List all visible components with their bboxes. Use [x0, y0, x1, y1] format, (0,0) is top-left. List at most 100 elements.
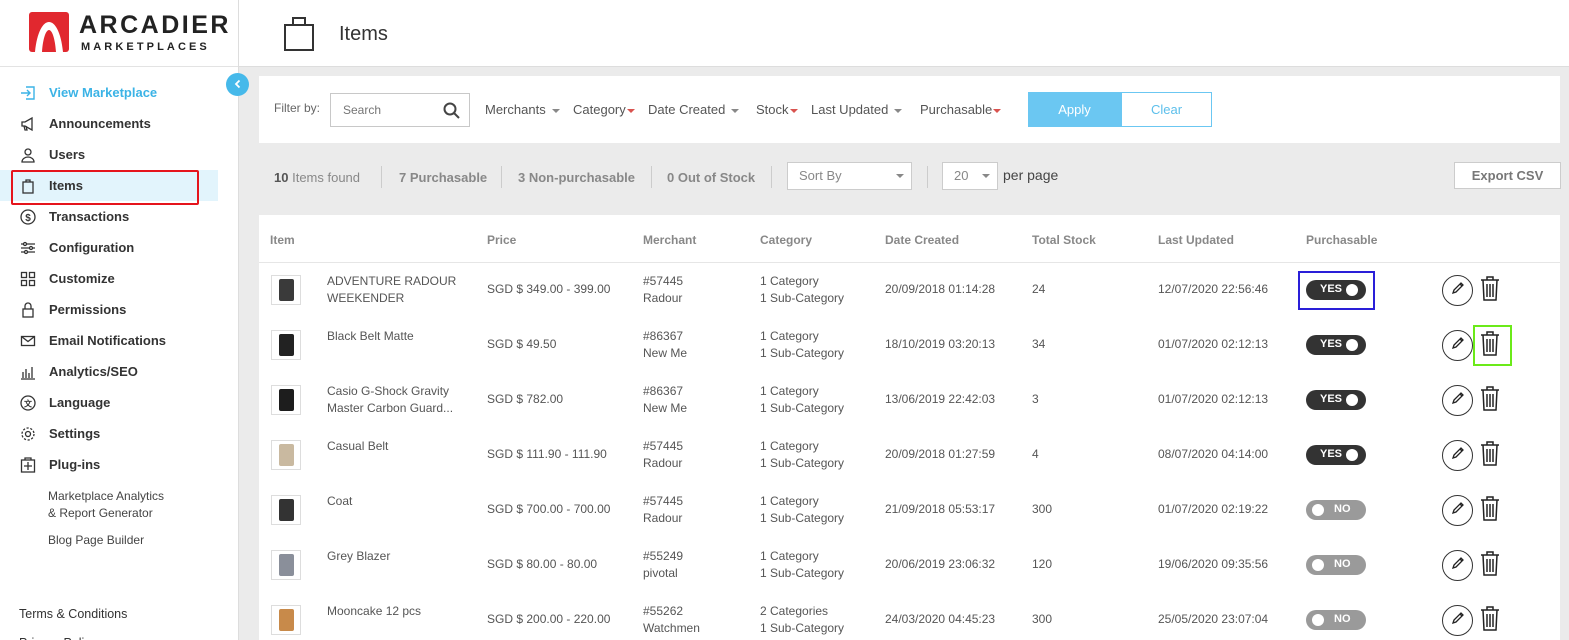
- col-last-updated[interactable]: Last Updated: [1158, 233, 1234, 247]
- item-name[interactable]: Casual Belt: [327, 438, 388, 455]
- merchants-filter[interactable]: Merchants: [485, 102, 560, 117]
- item-thumbnail[interactable]: [271, 605, 301, 635]
- logo[interactable]: ARCADIER MARKETPLACES: [0, 0, 238, 67]
- item-thumbnail[interactable]: [271, 440, 301, 470]
- plugin-icon: [19, 456, 37, 474]
- sidebar-item-label: Users: [49, 147, 86, 162]
- user-icon: [19, 146, 37, 164]
- col-purchasable[interactable]: Purchasable: [1306, 233, 1377, 247]
- purchasable-toggle[interactable]: YES: [1306, 445, 1366, 465]
- item-total-stock: 24: [1032, 282, 1046, 296]
- sidebar-item-announcements[interactable]: Announcements: [0, 108, 239, 139]
- item-name[interactable]: ADVENTURE RADOUR WEEKENDER: [327, 273, 456, 307]
- delete-button[interactable]: [1479, 385, 1501, 413]
- item-category: 1 Category 1 Sub-Category: [760, 439, 845, 470]
- item-thumbnail[interactable]: [271, 330, 301, 360]
- item-category: 1 Category 1 Sub-Category: [760, 494, 845, 525]
- chevron-down-icon: [551, 108, 560, 113]
- item-name[interactable]: Black Belt Matte: [327, 328, 414, 345]
- sidebar-item-email-notifications[interactable]: Email Notifications: [0, 325, 239, 356]
- terms-link[interactable]: Terms & Conditions: [19, 600, 127, 629]
- sidebar-item-users[interactable]: Users: [0, 139, 239, 170]
- per-page-label: per page: [1003, 167, 1059, 183]
- item-thumbnail[interactable]: [271, 385, 301, 415]
- plugin-marketplace-analytics[interactable]: Marketplace Analytics & Report Generator: [48, 488, 239, 522]
- sidebar-item-view-marketplace[interactable]: View Marketplace: [0, 77, 239, 108]
- export-csv-button[interactable]: Export CSV: [1454, 162, 1561, 189]
- date-created-filter[interactable]: Date Created: [648, 102, 740, 117]
- sidebar-item-label: Announcements: [49, 116, 151, 131]
- sidebar-item-configuration[interactable]: Configuration: [0, 232, 239, 263]
- purchasable-toggle[interactable]: NO: [1306, 555, 1366, 575]
- sidebar-item-plugins[interactable]: Plug-ins: [0, 449, 239, 480]
- sidebar-item-permissions[interactable]: Permissions: [0, 294, 239, 325]
- sidebar-item-analytics-seo[interactable]: Analytics/SEO: [0, 356, 239, 387]
- sidebar-footer: Terms & Conditions Privacy Policy: [19, 600, 127, 640]
- plugin-subnav: Marketplace Analytics & Report Generator …: [0, 488, 239, 549]
- col-merchant[interactable]: Merchant: [643, 233, 696, 247]
- delete-button[interactable]: [1479, 440, 1501, 468]
- privacy-link[interactable]: Privacy Policy: [19, 629, 127, 640]
- item-name[interactable]: Casio G-Shock Gravity Master Carbon Guard…: [327, 383, 453, 417]
- search-icon[interactable]: [443, 102, 460, 124]
- item-thumbnail[interactable]: [271, 550, 301, 580]
- enter-icon: [19, 84, 37, 102]
- items-table: Item Price Merchant Category Date Create…: [259, 215, 1560, 640]
- col-category[interactable]: Category: [760, 233, 812, 247]
- item-merchant: #55249 pivotal: [643, 549, 684, 580]
- edit-button[interactable]: [1442, 385, 1473, 416]
- table-row: Black Belt Matte SGD $ 49.50 #86367 New M…: [259, 318, 1560, 373]
- edit-button[interactable]: [1442, 495, 1473, 526]
- purchasable-toggle[interactable]: YES: [1306, 390, 1366, 410]
- edit-button[interactable]: [1442, 605, 1473, 636]
- item-date-created: 18/10/2019 03:20:13: [885, 337, 996, 351]
- clear-button[interactable]: Clear: [1121, 92, 1212, 127]
- edit-button[interactable]: [1442, 440, 1473, 471]
- item-thumbnail[interactable]: [271, 275, 301, 305]
- item-total-stock: 300: [1032, 612, 1053, 626]
- edit-button[interactable]: [1442, 550, 1473, 581]
- svg-text:文: 文: [24, 398, 33, 408]
- delete-button[interactable]: [1479, 495, 1501, 523]
- search-input[interactable]: [331, 94, 431, 126]
- purchasable-toggle[interactable]: YES: [1306, 335, 1366, 355]
- purchasable-toggle[interactable]: NO: [1306, 500, 1366, 520]
- sidebar-item-settings[interactable]: Settings: [0, 418, 239, 449]
- item-last-updated: 19/06/2020 09:35:56: [1158, 557, 1269, 571]
- per-page-select[interactable]: 20: [942, 162, 998, 190]
- plugin-blog-page-builder[interactable]: Blog Page Builder: [48, 532, 239, 549]
- sidebar-item-items[interactable]: Items: [0, 170, 218, 205]
- apply-button[interactable]: Apply: [1028, 92, 1121, 127]
- sidebar-item-transactions[interactable]: $ Transactions: [0, 201, 239, 232]
- last-updated-filter[interactable]: Last Updated: [811, 102, 903, 117]
- col-item[interactable]: Item: [270, 233, 295, 247]
- delete-button[interactable]: [1479, 605, 1501, 633]
- edit-button[interactable]: [1442, 330, 1473, 361]
- sidebar-item-language[interactable]: 文 Language: [0, 387, 239, 418]
- sidebar-item-customize[interactable]: Customize: [0, 263, 239, 294]
- item-price: SGD $ 80.00 - 80.00: [487, 557, 598, 571]
- purchasable-filter[interactable]: Purchasable: [920, 102, 1002, 117]
- category-filter[interactable]: Category: [573, 102, 635, 117]
- col-date-created[interactable]: Date Created: [885, 233, 959, 247]
- chevron-down-icon: [982, 174, 990, 178]
- col-price[interactable]: Price: [487, 233, 516, 247]
- item-name[interactable]: Mooncake 12 pcs: [327, 603, 421, 620]
- delete-button[interactable]: [1479, 550, 1501, 578]
- collapse-sidebar-button[interactable]: [226, 73, 249, 96]
- stock-filter[interactable]: Stock: [756, 102, 798, 117]
- sidebar-item-label: Customize: [49, 271, 115, 286]
- purchasable-toggle[interactable]: NO: [1306, 610, 1366, 630]
- chevron-down-icon: [731, 108, 740, 113]
- item-date-created: 20/06/2019 23:06:32: [885, 557, 996, 571]
- pencil-icon: [1450, 445, 1466, 466]
- edit-button[interactable]: [1442, 275, 1473, 306]
- item-thumbnail[interactable]: [271, 495, 301, 525]
- highlight-box: [1298, 271, 1375, 310]
- col-total-stock[interactable]: Total Stock: [1032, 233, 1096, 247]
- item-name[interactable]: Coat: [327, 493, 352, 510]
- page-header: Items: [239, 0, 1569, 67]
- item-name[interactable]: Grey Blazer: [327, 548, 390, 565]
- sort-by-select[interactable]: Sort By: [787, 162, 912, 190]
- delete-button[interactable]: [1479, 275, 1501, 303]
